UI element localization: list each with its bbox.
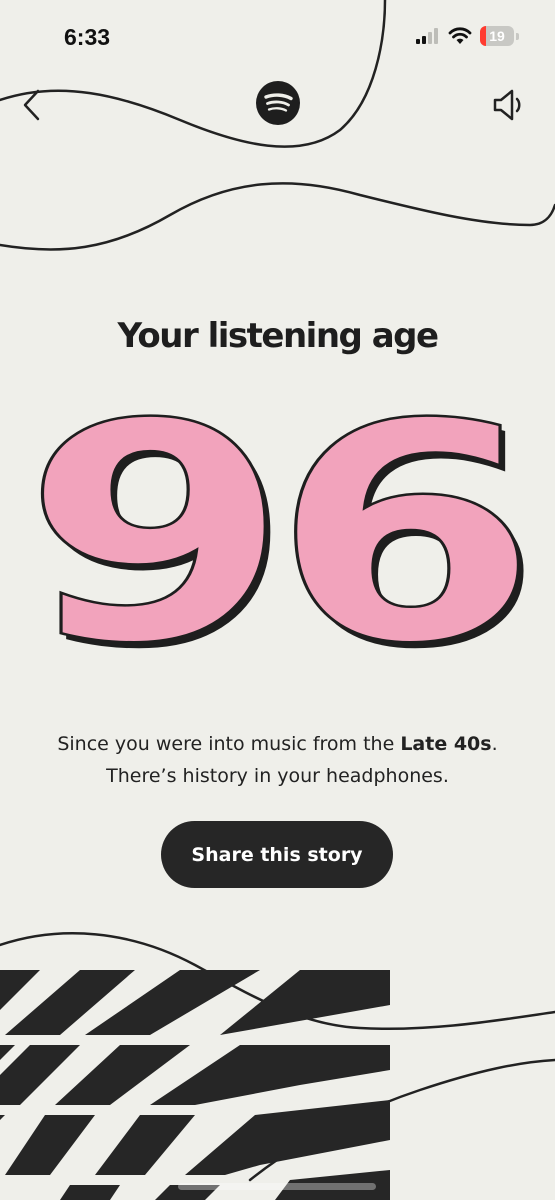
speaker-icon[interactable] (490, 86, 528, 124)
wavy-line-middle (0, 182, 555, 251)
listening-age-number: 96 96 (21, 400, 547, 680)
status-time: 6:33 (64, 24, 111, 50)
status-bar: 6:33 19 (0, 0, 555, 70)
home-indicator[interactable] (178, 1183, 376, 1190)
wifi-icon (448, 27, 472, 44)
caption-era: Late 40s (400, 733, 492, 755)
spotify-logo-icon (256, 81, 300, 125)
signal-icon (416, 28, 438, 44)
caption-line-1: Since you were into music from the Late … (0, 728, 555, 760)
caption-line-2: There’s history in your headphones. (106, 765, 449, 787)
back-chevron-icon[interactable] (18, 88, 48, 122)
battery-icon: 19 (480, 26, 514, 46)
age-number-fill: 96 (23, 400, 524, 680)
share-story-button[interactable]: Share this story (161, 821, 393, 888)
status-icons: 19 (416, 26, 519, 46)
battery-level: 19 (489, 28, 505, 44)
caption-suffix: . (491, 733, 498, 755)
caption-prefix: Since you were into music from the (57, 733, 401, 755)
caption: Since you were into music from the Late … (0, 728, 555, 792)
battery-cap (516, 32, 519, 40)
checker-pattern (0, 970, 390, 1200)
battery-fill (480, 26, 487, 46)
page-title: Your listening age (117, 316, 439, 356)
